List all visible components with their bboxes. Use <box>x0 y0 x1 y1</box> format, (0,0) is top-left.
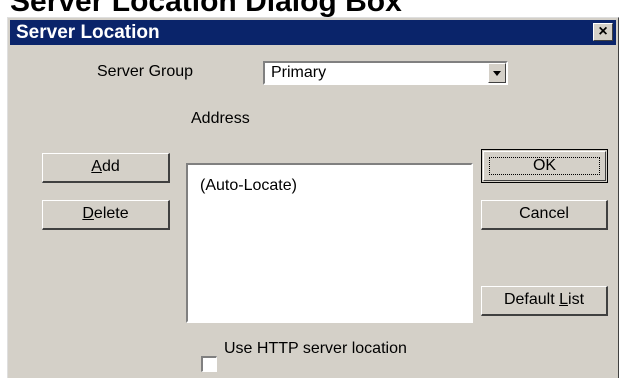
cancel-button[interactable]: Cancel <box>481 200 608 230</box>
server-group-select[interactable]: Primary <box>263 61 508 85</box>
add-button-mnemonic: A <box>91 158 102 175</box>
delete-button-label: elete <box>93 205 129 222</box>
http-location-checkbox[interactable] <box>201 356 217 372</box>
close-icon: × <box>598 23 608 40</box>
default-list-button[interactable]: Default List <box>481 286 608 316</box>
delete-button[interactable]: Delete <box>42 200 170 230</box>
server-location-dialog: Server Location × Server Group Primary A… <box>7 17 619 378</box>
ok-button[interactable]: OK <box>481 149 608 183</box>
default-list-button-mnemonic: L <box>559 291 569 308</box>
title-bar[interactable]: Server Location × <box>10 20 616 45</box>
page-title: Server Location Dialog Box <box>10 0 402 18</box>
server-group-label: Server Group <box>97 63 194 80</box>
default-list-button-rest: ist <box>568 291 585 308</box>
ok-button-label: OK <box>489 157 600 175</box>
address-label: Address <box>191 110 250 127</box>
chevron-down-icon[interactable] <box>488 63 506 83</box>
server-group-value: Primary <box>271 64 327 81</box>
http-location-label[interactable]: Use HTTP server location <box>224 340 407 358</box>
address-list[interactable]: (Auto-Locate) <box>186 163 473 323</box>
default-list-button-prefix: Default <box>503 291 560 308</box>
add-button-label: dd <box>101 158 120 175</box>
delete-button-mnemonic: D <box>82 205 94 222</box>
add-button[interactable]: Add <box>42 153 170 183</box>
list-item[interactable]: (Auto-Locate) <box>200 177 297 195</box>
close-button[interactable]: × <box>593 23 613 41</box>
dialog-title: Server Location <box>16 22 160 43</box>
